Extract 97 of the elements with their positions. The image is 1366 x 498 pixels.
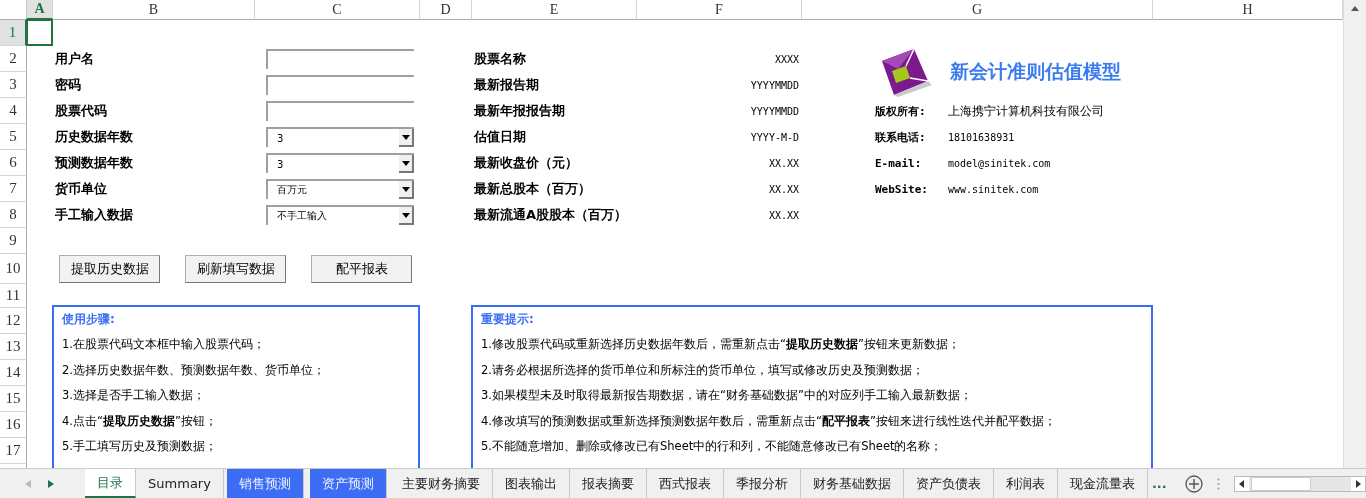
text-box-title: 重要提示: bbox=[481, 311, 535, 328]
contact-label: 联系电话: bbox=[875, 129, 927, 145]
row-header[interactable]: 14 bbox=[0, 360, 27, 386]
instruction-line: 2.选择历史数据年数、预测数据年数、货币单位； bbox=[62, 361, 326, 379]
column-header[interactable]: H bbox=[1153, 0, 1343, 20]
sheet-tab[interactable]: 西式报表 bbox=[646, 469, 724, 498]
info-value: XX.XX bbox=[768, 183, 799, 195]
action-button[interactable]: 提取历史数据 bbox=[59, 255, 160, 283]
instruction-line: 5.手工填写历史及预测数据； bbox=[62, 438, 218, 456]
note-line: 2.请务必根据所选择的货币单位和所标注的货币单位，填写或修改历史及预测数据； bbox=[481, 361, 925, 379]
sheet-tab[interactable]: 财务基础数据 bbox=[800, 469, 904, 498]
note-line: 5.不能随意增加、删除或修改已有Sheet中的行和列，不能随意修改已有Sheet的名称； bbox=[481, 438, 944, 456]
note-line: 1.修改股票代码或重新选择历史数据年数后，需重新点击“提取历史数据”按钮来更新数据； bbox=[481, 336, 961, 353]
row-header[interactable]: 16 bbox=[0, 412, 27, 438]
horizontal-scrollbar[interactable] bbox=[1233, 475, 1366, 492]
row-header[interactable]: 12 bbox=[0, 308, 27, 334]
column-header[interactable]: A bbox=[27, 0, 53, 20]
row-header[interactable]: 8 bbox=[0, 202, 27, 228]
action-button[interactable]: 刷新填写数据 bbox=[185, 255, 286, 283]
info-value: XX.XX bbox=[768, 157, 799, 169]
dropdown-field[interactable]: 3 bbox=[266, 153, 414, 173]
sheet-tab[interactable]: 资产预测 bbox=[309, 469, 387, 498]
column-header[interactable]: G bbox=[802, 0, 1153, 20]
sheet-tab[interactable]: Summary bbox=[136, 469, 224, 498]
splitter-handle-icon[interactable] bbox=[1216, 477, 1220, 490]
field-label: 货币单位 bbox=[54, 180, 108, 198]
add-sheet-icon[interactable] bbox=[1184, 474, 1203, 493]
contact-label: WebSite: bbox=[875, 182, 929, 196]
row-header[interactable]: 9 bbox=[0, 228, 27, 254]
field-label: 用户名 bbox=[54, 50, 95, 68]
row-header[interactable]: 3 bbox=[0, 72, 27, 98]
dropdown-field[interactable]: 3 bbox=[266, 127, 414, 147]
row-header[interactable]: 11 bbox=[0, 284, 27, 308]
sheet-tab[interactable]: 销售预测 bbox=[226, 469, 304, 498]
row-header[interactable]: 17 bbox=[0, 438, 27, 464]
sheet-tab[interactable]: 季报分析 bbox=[723, 469, 801, 498]
info-value: XXXX bbox=[774, 53, 799, 65]
column-header[interactable]: B bbox=[53, 0, 255, 20]
row-header[interactable]: 4 bbox=[0, 98, 27, 124]
field-label: 股票代码 bbox=[54, 102, 108, 120]
column-header[interactable]: D bbox=[420, 0, 472, 20]
selected-cell bbox=[26, 19, 53, 46]
field-label: 密码 bbox=[54, 76, 82, 94]
sheet-tab[interactable]: 目录 bbox=[85, 469, 137, 498]
info-label: 股票名称 bbox=[473, 50, 527, 68]
column-header[interactable]: F bbox=[637, 0, 802, 20]
contact-value: www.sinitek.com bbox=[948, 183, 1039, 195]
product-title: 新会计准则估值模型 bbox=[950, 59, 1121, 84]
info-value: YYYY-M-D bbox=[750, 131, 799, 143]
instruction-line: 4.点击“提取历史数据”按钮； bbox=[62, 412, 218, 430]
sheet-tab[interactable]: 资产负债表 bbox=[903, 469, 994, 498]
dropdown-field[interactable]: 不手工输入 bbox=[266, 205, 414, 225]
column-header[interactable]: C bbox=[255, 0, 420, 20]
info-label: 最新流通A股股本（百万） bbox=[473, 206, 629, 224]
row-header[interactable]: 7 bbox=[0, 176, 27, 202]
contact-label: 版权所有: bbox=[875, 103, 927, 119]
row-header[interactable]: 5 bbox=[0, 124, 27, 150]
row-header[interactable]: 1 bbox=[0, 20, 27, 46]
info-label: 最新收盘价（元） bbox=[473, 154, 579, 172]
scroll-thumb[interactable] bbox=[1250, 476, 1311, 491]
note-line: 3.如果模型未及时取得最新报告期数据，请在“财务基础数据”中的对应列手工输入最新数据； bbox=[481, 387, 973, 405]
contact-value: model@sinitek.com bbox=[948, 157, 1051, 169]
scroll-right-icon[interactable] bbox=[1351, 476, 1365, 491]
sheet-tab[interactable]: 现金流量表 bbox=[1057, 469, 1148, 498]
sheet-tab[interactable]: 报表摘要 bbox=[569, 469, 647, 498]
text-box-title: 使用步骤: bbox=[62, 311, 116, 328]
info-label: 最新报告期 bbox=[473, 76, 540, 94]
column-header[interactable]: E bbox=[472, 0, 637, 20]
row-header[interactable]: 2 bbox=[0, 46, 27, 72]
info-label: 最新总股本（百万） bbox=[473, 180, 592, 198]
info-label: 最新年报报告期 bbox=[473, 102, 566, 120]
sheet-tab[interactable]: 主要财务摘要 bbox=[389, 469, 493, 498]
scroll-left-icon[interactable] bbox=[1234, 476, 1249, 491]
row-header[interactable]: 6 bbox=[0, 150, 27, 176]
row-header[interactable]: 10 bbox=[0, 254, 27, 284]
action-button[interactable]: 配平报表 bbox=[311, 255, 412, 283]
contact-label: E-mail: bbox=[875, 156, 923, 170]
sheet-tab[interactable]: 图表输出 bbox=[492, 469, 570, 498]
row-header[interactable]: 13 bbox=[0, 334, 27, 360]
instruction-line: 3.选择是否手工输入数据； bbox=[62, 387, 206, 405]
scroll-up-icon[interactable] bbox=[1351, 6, 1359, 11]
contact-value: 上海携宁计算机科技有限公司 bbox=[948, 102, 1104, 120]
info-value: YYYYMMDD bbox=[750, 105, 799, 117]
info-label: 估值日期 bbox=[472, 128, 527, 146]
dropdown-field[interactable]: 百万元 bbox=[266, 179, 414, 199]
more-tabs[interactable]: ... bbox=[1151, 476, 1167, 491]
sheet-tab[interactable]: 利润表 bbox=[993, 469, 1058, 498]
info-value: YYYYMMDD bbox=[750, 79, 799, 91]
note-line: 4.修改填写的预测数据或重新选择预测数据年数后，需重新点击“配平报表”按钮来进行线性迭代并配平数据； bbox=[481, 412, 1057, 430]
field-label: 历史数据年数 bbox=[54, 128, 134, 146]
contact-value: 18101638931 bbox=[948, 131, 1015, 143]
info-value: XX.XX bbox=[768, 209, 799, 221]
vertical-scrollbar[interactable] bbox=[1343, 0, 1366, 468]
instruction-line: 1.在股票代码文本框中输入股票代码； bbox=[62, 336, 266, 353]
field-label: 手工输入数据 bbox=[54, 206, 134, 224]
field-label: 预测数据年数 bbox=[54, 154, 134, 172]
row-header[interactable]: 15 bbox=[0, 386, 27, 412]
